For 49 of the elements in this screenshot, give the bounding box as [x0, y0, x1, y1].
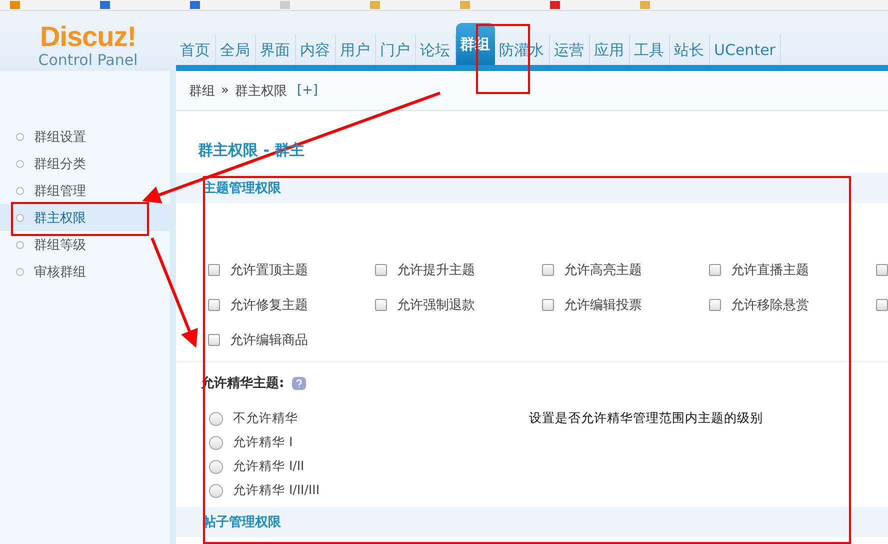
- radio-button[interactable]: [209, 484, 223, 498]
- checkbox-label: 允许编辑投票: [564, 297, 642, 314]
- breadcrumb-item: 群主权限: [234, 82, 287, 100]
- checkbox-label: 允许提升主题: [397, 262, 475, 279]
- radio-label: 允许精华 I/II/III: [233, 482, 320, 499]
- radio-label: 允许精华 I/II: [233, 458, 304, 475]
- sidebar-item[interactable]: 群组分类: [0, 150, 170, 177]
- checkbox[interactable]: [876, 299, 888, 311]
- checkbox[interactable]: [375, 299, 387, 311]
- checkbox[interactable]: [709, 299, 721, 311]
- radio-button[interactable]: [209, 436, 223, 450]
- logo-subtitle: Control Panel: [38, 51, 138, 69]
- checkbox-label: 允许移除悬赏: [731, 297, 809, 314]
- checkbox-label: 允许修复主题: [230, 297, 308, 314]
- checkbox[interactable]: [375, 264, 387, 276]
- radio-label: 不允许精华: [233, 410, 298, 427]
- radio-button[interactable]: [209, 460, 223, 474]
- bullet-icon: [16, 214, 24, 222]
- logo-title: Discuz!: [40, 23, 136, 51]
- sidebar-item[interactable]: 群组管理: [0, 177, 170, 204]
- checkbox[interactable]: [208, 334, 220, 346]
- checkbox[interactable]: [208, 264, 220, 276]
- bullet-icon: [16, 186, 24, 194]
- checkbox[interactable]: [709, 264, 721, 276]
- radio-button[interactable]: [209, 412, 223, 426]
- checkbox[interactable]: [542, 299, 554, 311]
- sidebar-item[interactable]: 群组等级: [0, 231, 170, 258]
- checkbox-label: 允许高亮主题: [564, 262, 642, 279]
- sidebar-item[interactable]: 群组设置: [0, 123, 170, 150]
- checkbox-label: 允许置顶主题: [230, 262, 308, 279]
- sidebar-item[interactable]: 审核群组: [0, 258, 170, 285]
- field-description: 设置是否允许精华管理范围内主题的级别: [529, 410, 763, 427]
- breadcrumb-item: 群组: [189, 82, 215, 100]
- checkbox-label: 允许直播主题: [731, 262, 809, 279]
- breadcrumb-separator: »: [221, 83, 229, 98]
- radio-label: 允许精华 I: [233, 434, 293, 451]
- help-icon[interactable]: [292, 376, 306, 390]
- sidebar-item[interactable]: 群主权限: [0, 204, 170, 231]
- bullet-icon: [16, 132, 24, 140]
- bullet-icon: [16, 240, 24, 248]
- checkbox[interactable]: [876, 264, 888, 276]
- add-link[interactable]: [+]: [296, 83, 318, 98]
- checkbox-label: 允许编辑商品: [230, 332, 308, 349]
- checkbox[interactable]: [542, 264, 554, 276]
- bullet-icon: [16, 268, 24, 276]
- checkbox-label: 允许强制退款: [397, 297, 475, 314]
- bullet-icon: [16, 160, 24, 168]
- checkbox[interactable]: [208, 299, 220, 311]
- annotation-rectangle: [476, 24, 530, 94]
